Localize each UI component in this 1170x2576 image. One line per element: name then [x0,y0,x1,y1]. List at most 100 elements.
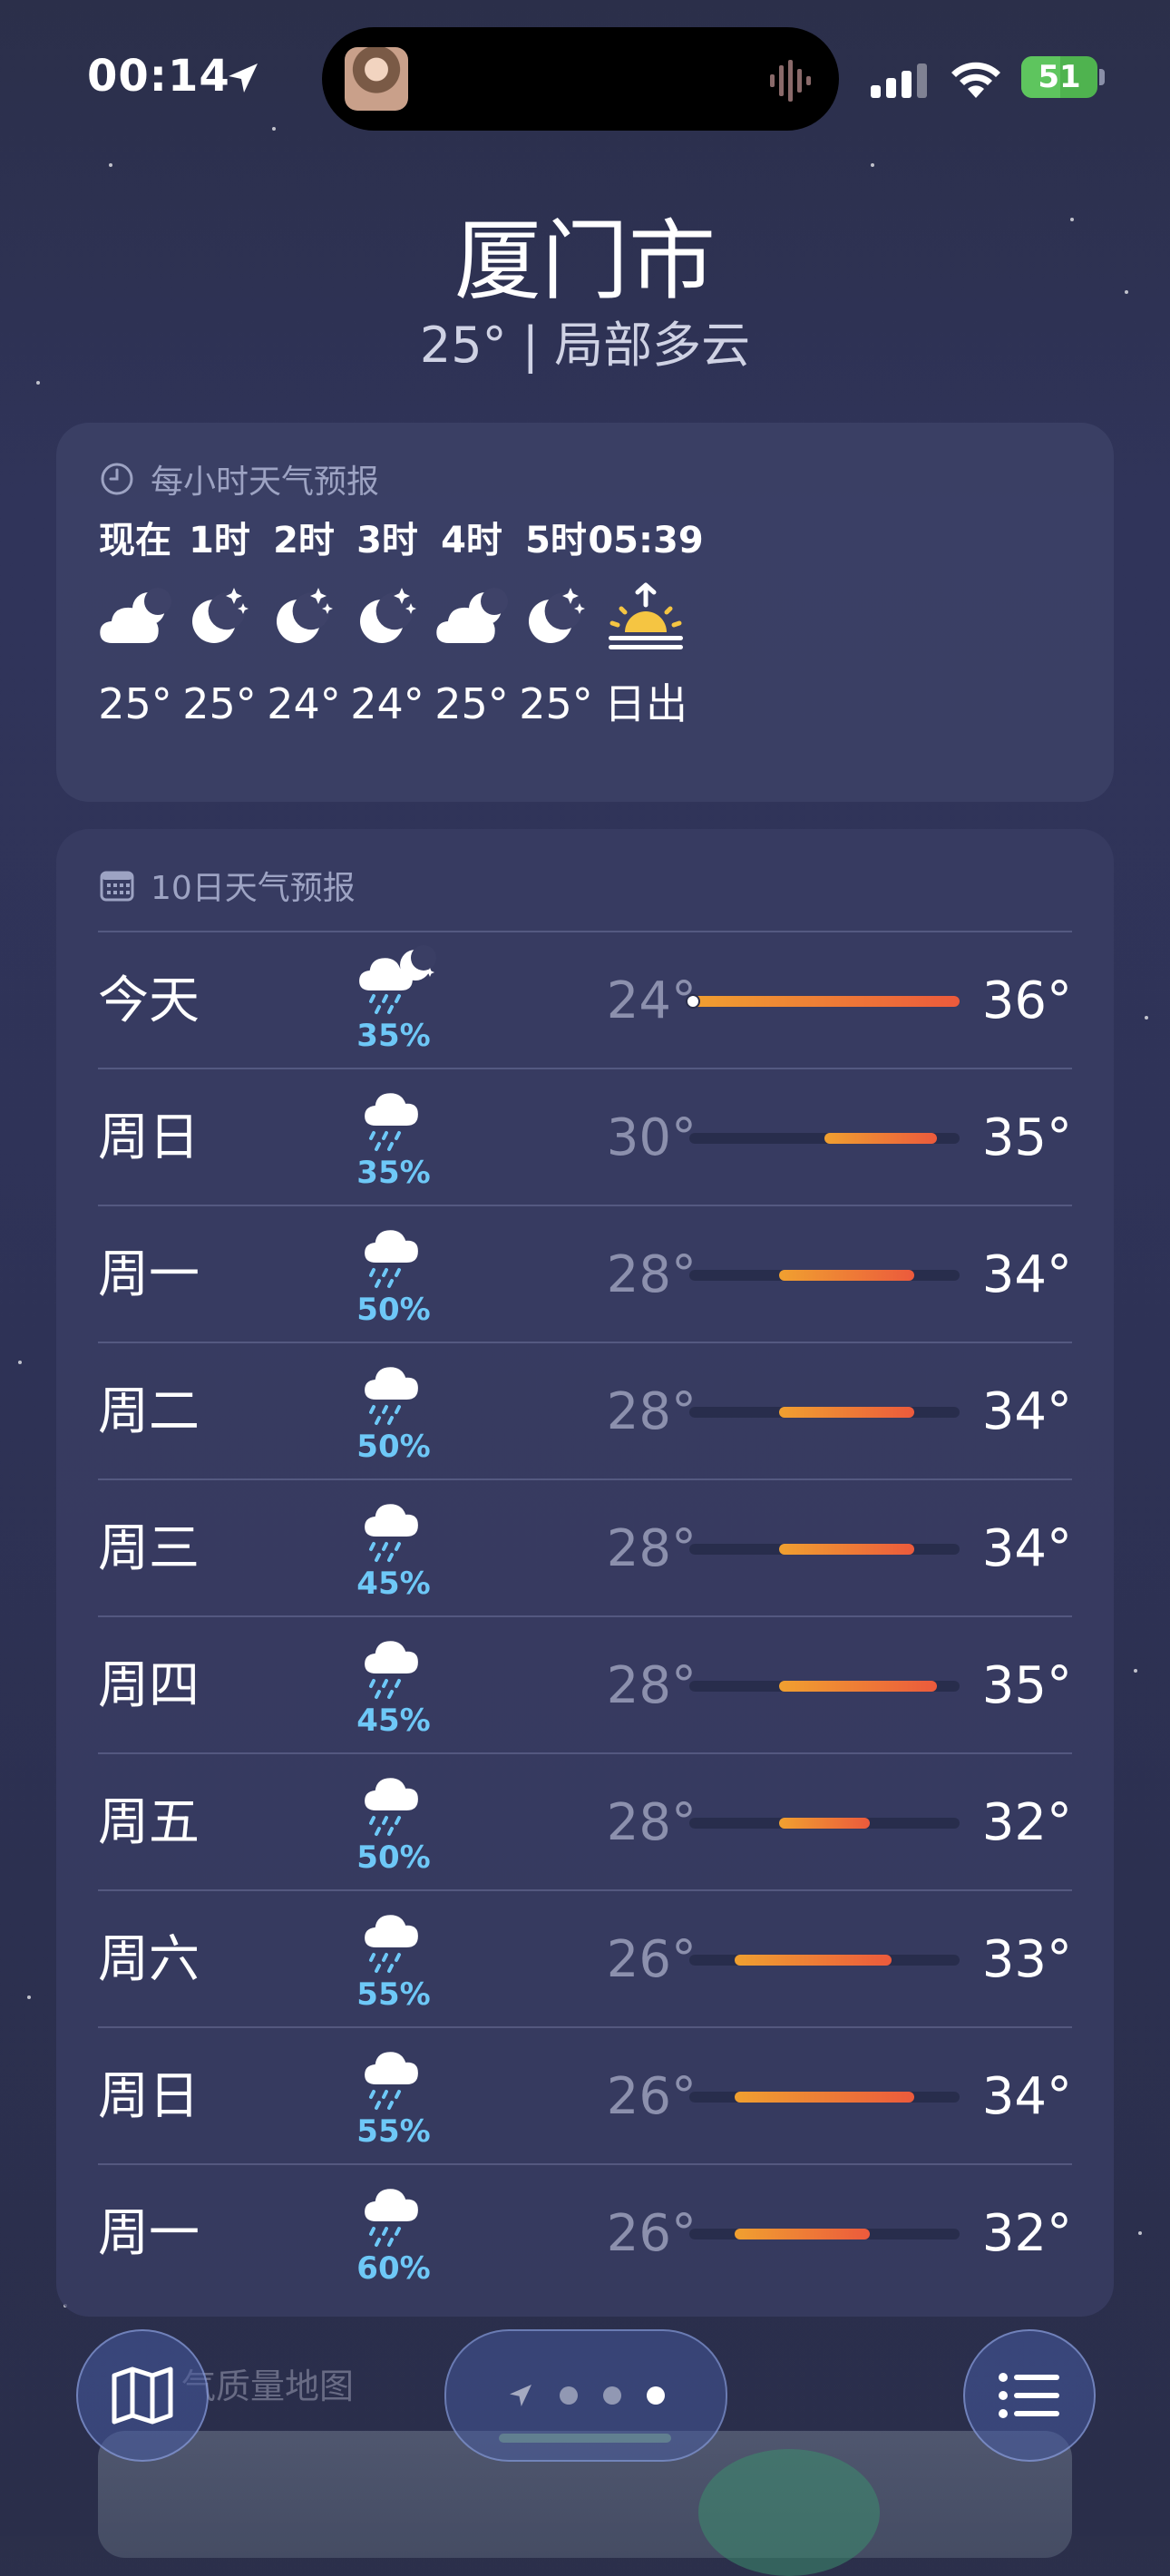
ten-day-forecast-title: 10日天气预报 [151,870,356,907]
calendar-icon [100,871,134,902]
low-temp: 28° [606,1793,697,1852]
daily-row[interactable]: 周四 45% 28° 35° [98,1615,1072,1754]
daily-row[interactable]: 周一 60% 26° 32° [98,2163,1072,2302]
location-arrow-icon[interactable] [507,2382,534,2409]
temp-range-track [686,994,960,1009]
hourly-forecast-header: 每小时天气预报 [100,455,379,503]
day-icon-slot [348,2178,439,2250]
day-icon-slot [348,1904,439,1976]
precip-chance: 50% [356,1292,431,1328]
temp-range-bar [779,1544,915,1555]
daily-row[interactable]: 周一 50% 28° 34° [98,1205,1072,1343]
high-temp: 32° [981,1793,1072,1852]
page-dot-icon[interactable] [647,2386,665,2405]
daily-row[interactable]: 今天 35% 24° 36° [98,931,1072,1069]
daily-row[interactable]: 周二 50% 28° 34° [98,1342,1072,1480]
day-name: 周一 [98,2204,200,2263]
temp-range-track [689,1681,960,1692]
clock-icon [101,463,133,495]
rain-icon [365,2189,418,2247]
low-temp: 28° [606,1245,697,1304]
day-name: 周四 [98,1656,200,1715]
rain-night-icon [359,945,436,1014]
temp-range-bar [779,1407,915,1418]
battery-indicator: 51 [1021,56,1097,98]
map-icon [112,2366,173,2425]
high-temp: 32° [981,2204,1072,2263]
avatar [345,47,408,111]
day-icon-slot [348,1219,439,1292]
precip-chance: 55% [356,1976,431,2013]
day-icon-slot [348,945,439,1018]
temp-range-bar [734,2229,870,2239]
hourly-icon-slot [587,564,705,671]
city-name: 厦门市 [454,210,716,312]
low-temp: 30° [606,1108,697,1167]
day-name: 周三 [98,1519,200,1578]
temp-range-track [689,1133,960,1144]
dynamic-island[interactable] [322,27,839,131]
hourly-time: 05:39 [588,520,704,561]
clear-night-icon [529,588,585,643]
map-preview-shape [698,2449,880,2576]
map-button[interactable] [76,2329,209,2462]
precip-chance: 45% [356,1566,431,1602]
daily-row[interactable]: 周日 55% 26° 34° [98,2026,1072,2165]
high-temp: 36° [981,971,1072,1030]
page-dot-icon[interactable] [603,2386,621,2405]
day-name: 今天 [98,971,200,1030]
status-bar: 00:14 51 [0,0,1170,154]
day-name: 周日 [98,1108,200,1167]
star [27,1995,31,1999]
home-indicator [499,2434,671,2443]
low-temp: 26° [606,2067,697,2126]
list-icon [999,2373,1059,2418]
day-icon-slot [348,1767,439,1839]
ten-day-forecast-card[interactable]: 10日天气预报 今天 35% 24° 36° 周日 35% 30° 35° 周一 50% 28… [56,829,1114,2317]
high-temp: 34° [981,1382,1072,1441]
precip-chance: 35% [356,1018,431,1054]
daily-row[interactable]: 周三 45% 28° 34° [98,1478,1072,1617]
page-dot-icon[interactable] [560,2386,578,2405]
location-arrow-icon [229,63,258,93]
day-name: 周日 [98,2067,200,2126]
hourly-item: 05:39 日出 [587,517,705,731]
temp-range-bar [824,1133,938,1144]
hourly-forecast-card[interactable]: 每小时天气预报 现在 25° 1时 25° 2时 24° 3时 24° 4时 25° 5时 25° 05… [56,423,1114,802]
high-temp: 34° [981,1519,1072,1578]
city-list-button[interactable] [963,2329,1096,2462]
precip-chance: 50% [356,1839,431,1876]
daily-row[interactable]: 周六 55% 26° 33° [98,1889,1072,2028]
low-temp: 26° [606,1930,697,1989]
star [1138,2231,1142,2235]
temp-range-bar [689,996,960,1007]
rain-icon [365,1915,418,1973]
low-temp: 28° [606,1382,697,1441]
low-temp: 26° [606,2204,697,2263]
star [1145,1016,1148,1020]
star [36,381,40,385]
day-icon-slot [348,1630,439,1703]
high-temp: 34° [981,1245,1072,1304]
rain-icon [365,1504,418,1562]
day-icon-slot [348,2041,439,2113]
temp-range-bar [734,1955,892,1966]
temp-range-track [689,2092,960,2103]
temp-range-track [689,1818,960,1829]
rain-icon [365,2052,418,2110]
current-temp-dot [686,994,700,1009]
cellular-signal-icon [871,63,927,98]
daily-row[interactable]: 周五 50% 28° 32° [98,1752,1072,1891]
star [871,163,874,167]
temp-range-track [689,1955,960,1966]
high-temp: 35° [981,1656,1072,1715]
daily-row[interactable]: 周日 35% 30° 35° [98,1068,1072,1206]
day-icon-slot [348,1082,439,1155]
precip-chance: 45% [356,1703,431,1739]
rain-icon [365,1641,418,1699]
rain-icon [365,1230,418,1288]
hourly-temp: 日出 [604,679,687,728]
day-name: 周五 [98,1793,200,1852]
audio-wave-icon [770,60,811,102]
rain-icon [365,1093,418,1151]
